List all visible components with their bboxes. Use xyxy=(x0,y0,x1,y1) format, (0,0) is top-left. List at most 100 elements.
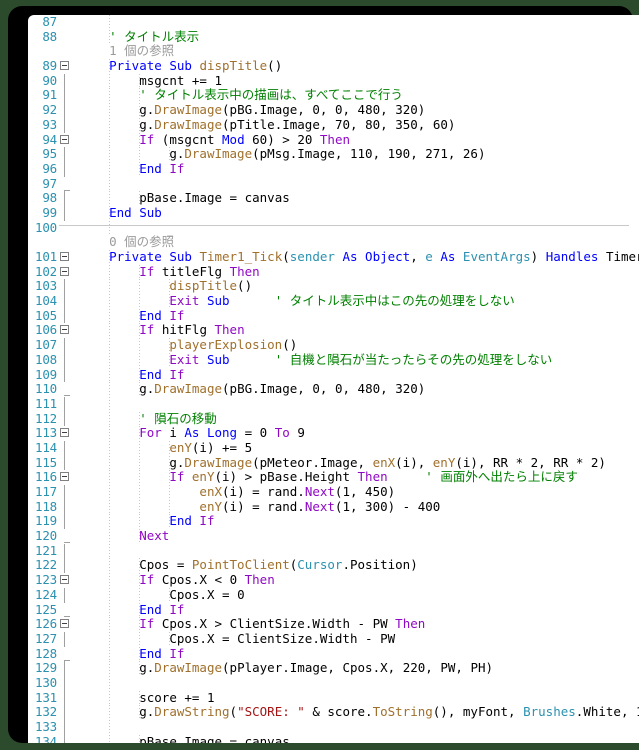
outline-marker[interactable] xyxy=(59,250,75,265)
code-text[interactable]: Private Sub Timer1_Tick(sender As Object… xyxy=(75,249,639,265)
code-listing[interactable]: 87 88 ' タイトル表示 1 個の参照 89 Private Sub dispT… xyxy=(28,15,639,743)
code-line[interactable]: 94 If (msgcnt Mod 60) > 20 Then xyxy=(28,132,639,148)
code-line[interactable]: 127 Cpos.X = ClientSize.Width - PW xyxy=(28,631,639,647)
code-line[interactable]: 108 Exit Sub ' 自機と隕石が当たったらその先の処理をしない xyxy=(28,352,639,368)
code-line[interactable]: 133 xyxy=(28,719,639,735)
code-text[interactable]: g.DrawImage(pMeteor.Image, enX(i), enY(i… xyxy=(75,455,639,471)
code-text[interactable]: Cpos.X = 0 xyxy=(75,587,639,603)
code-text[interactable]: g.DrawImage(pMsg.Image, 110, 190, 271, 2… xyxy=(75,146,639,162)
code-text[interactable]: ' 隕石の移動 xyxy=(75,411,639,427)
code-text[interactable]: g.DrawString("SCORE: " & score.ToString(… xyxy=(75,704,639,720)
code-text[interactable]: Next xyxy=(75,528,639,544)
code-text[interactable]: Exit Sub ' タイトル表示中はこの先の処理をしない xyxy=(75,293,639,309)
code-line[interactable]: 103 dispTitle() xyxy=(28,279,639,295)
code-text[interactable]: g.DrawImage(pTitle.Image, 70, 80, 350, 6… xyxy=(75,117,639,133)
code-line[interactable]: 130 xyxy=(28,675,639,691)
code-text[interactable]: For i As Long = 0 To 9 xyxy=(75,425,639,441)
code-line[interactable]: 114 enY(i) += 5 xyxy=(28,440,639,456)
outline-marker[interactable] xyxy=(59,470,75,485)
code-line[interactable]: 119 End If xyxy=(28,514,639,530)
code-text[interactable]: g.DrawImage(pBG.Image, 0, 0, 480, 320) xyxy=(75,102,639,118)
code-line[interactable]: 95 g.DrawImage(pMsg.Image, 110, 190, 271… xyxy=(28,146,639,162)
code-line[interactable]: 121 xyxy=(28,543,639,559)
outline-marker[interactable] xyxy=(59,617,75,632)
code-editor-surface[interactable]: 87 88 ' タイトル表示 1 個の参照 89 Private Sub dispT… xyxy=(28,15,639,743)
code-text[interactable]: If (msgcnt Mod 60) > 20 Then xyxy=(75,132,639,148)
code-text[interactable]: dispTitle() xyxy=(75,279,639,295)
code-text[interactable]: If Cpos.X < 0 Then xyxy=(75,572,639,588)
code-line[interactable]: 105 End If xyxy=(28,308,639,324)
code-text[interactable]: playerExplosion() xyxy=(75,337,639,353)
code-line[interactable]: 1 個の参照 xyxy=(28,44,639,59)
outline-marker[interactable] xyxy=(59,133,75,148)
code-line[interactable]: 124 Cpos.X = 0 xyxy=(28,587,639,603)
code-line[interactable]: 122 Cpos = PointToClient(Cursor.Position… xyxy=(28,558,639,574)
code-text[interactable]: g.DrawImage(pPlayer.Image, Cpos.X, 220, … xyxy=(75,660,639,676)
code-line[interactable]: 129 g.DrawImage(pPlayer.Image, Cpos.X, 2… xyxy=(28,660,639,676)
code-line[interactable]: 120 Next xyxy=(28,528,639,544)
code-text[interactable]: End If xyxy=(75,367,639,383)
code-text[interactable]: enY(i) = rand.Next(1, 300) - 400 xyxy=(75,499,639,515)
code-line[interactable]: 126 If Cpos.X > ClientSize.Width - PW Th… xyxy=(28,616,639,632)
code-text[interactable]: enX(i) = rand.Next(1, 450) xyxy=(75,484,639,500)
code-text[interactable]: If Cpos.X > ClientSize.Width - PW Then xyxy=(75,616,639,632)
code-line[interactable]: 123 If Cpos.X < 0 Then xyxy=(28,572,639,588)
code-line[interactable]: 92 g.DrawImage(pBG.Image, 0, 0, 480, 320… xyxy=(28,102,639,118)
code-text[interactable]: g.DrawImage(pBG.Image, 0, 0, 480, 320) xyxy=(75,381,639,397)
code-text[interactable]: End If xyxy=(75,161,639,177)
code-text[interactable]: End If xyxy=(75,514,639,530)
code-line[interactable]: 107 playerExplosion() xyxy=(28,337,639,353)
code-line[interactable]: 110 g.DrawImage(pBG.Image, 0, 0, 480, 32… xyxy=(28,381,639,397)
outline-marker[interactable] xyxy=(59,426,75,441)
code-line[interactable]: 87 xyxy=(28,15,639,30)
code-text[interactable]: score += 1 xyxy=(75,690,639,706)
code-line[interactable]: 128 End If xyxy=(28,646,639,662)
code-line[interactable]: 116 If enY(i) > pBase.Height Then ' 画面外へ… xyxy=(28,469,639,485)
code-line[interactable]: 111 xyxy=(28,396,639,412)
code-line[interactable]: 106 If hitFlg Then xyxy=(28,323,639,339)
code-line[interactable]: 134 pBase.Image = canvas xyxy=(28,734,639,743)
code-line[interactable]: 98 pBase.Image = canvas xyxy=(28,190,639,206)
code-line[interactable]: 102 If titleFlg Then xyxy=(28,264,639,280)
code-text[interactable]: 1 個の参照 xyxy=(75,44,639,59)
code-line[interactable]: 90 msgcnt += 1 xyxy=(28,73,639,89)
code-line[interactable]: 100 xyxy=(28,220,639,236)
code-line[interactable]: 0 個の参照 xyxy=(28,234,639,250)
code-line[interactable]: 117 enX(i) = rand.Next(1, 450) xyxy=(28,484,639,500)
outline-marker[interactable] xyxy=(59,573,75,588)
outline-marker[interactable] xyxy=(59,59,75,74)
code-text[interactable]: End Sub xyxy=(75,205,639,221)
code-line[interactable]: 109 End If xyxy=(28,367,639,383)
code-text[interactable]: End If xyxy=(75,646,639,662)
code-line[interactable]: 113 For i As Long = 0 To 9 xyxy=(28,425,639,441)
code-line[interactable]: 101 Private Sub Timer1_Tick(sender As Ob… xyxy=(28,249,639,265)
code-text[interactable]: ' タイトル表示 xyxy=(75,29,639,45)
outline-marker[interactable] xyxy=(59,323,75,338)
code-line[interactable]: 132 g.DrawString("SCORE: " & score.ToStr… xyxy=(28,704,639,720)
code-text[interactable]: If enY(i) > pBase.Height Then ' 画面外へ出たら上… xyxy=(75,469,639,485)
code-text[interactable]: Private Sub dispTitle() xyxy=(75,58,639,74)
code-text[interactable]: pBase.Image = canvas xyxy=(75,190,639,206)
code-text[interactable]: Cpos.X = ClientSize.Width - PW xyxy=(75,631,639,647)
code-text[interactable]: pBase.Image = canvas xyxy=(75,734,639,743)
code-line[interactable]: 93 g.DrawImage(pTitle.Image, 70, 80, 350… xyxy=(28,117,639,133)
code-line[interactable]: 99 End Sub xyxy=(28,205,639,221)
code-line[interactable]: 131 score += 1 xyxy=(28,690,639,706)
code-text[interactable]: If titleFlg Then xyxy=(75,264,639,280)
code-line[interactable]: 96 End If xyxy=(28,161,639,177)
code-text[interactable]: 0 個の参照 xyxy=(75,234,639,250)
code-text[interactable]: msgcnt += 1 xyxy=(75,73,639,89)
code-line[interactable]: 91 ' タイトル表示中の描画は、すべてここで行う xyxy=(28,88,639,104)
code-text[interactable]: If hitFlg Then xyxy=(75,323,639,339)
code-text[interactable]: End If xyxy=(75,308,639,324)
code-line[interactable]: 118 enY(i) = rand.Next(1, 300) - 400 xyxy=(28,499,639,515)
code-line[interactable]: 112 ' 隕石の移動 xyxy=(28,411,639,427)
code-line[interactable]: 88 ' タイトル表示 xyxy=(28,29,639,45)
code-line[interactable]: 97 xyxy=(28,176,639,192)
code-text[interactable]: Exit Sub ' 自機と隕石が当たったらその先の処理をしない xyxy=(75,352,639,368)
code-line[interactable]: 89 Private Sub dispTitle() xyxy=(28,58,639,74)
outline-marker[interactable] xyxy=(59,265,75,280)
code-text[interactable]: enY(i) += 5 xyxy=(75,440,639,456)
code-line[interactable]: 104 Exit Sub ' タイトル表示中はこの先の処理をしない xyxy=(28,293,639,309)
code-text[interactable]: Cpos = PointToClient(Cursor.Position) xyxy=(75,558,639,574)
